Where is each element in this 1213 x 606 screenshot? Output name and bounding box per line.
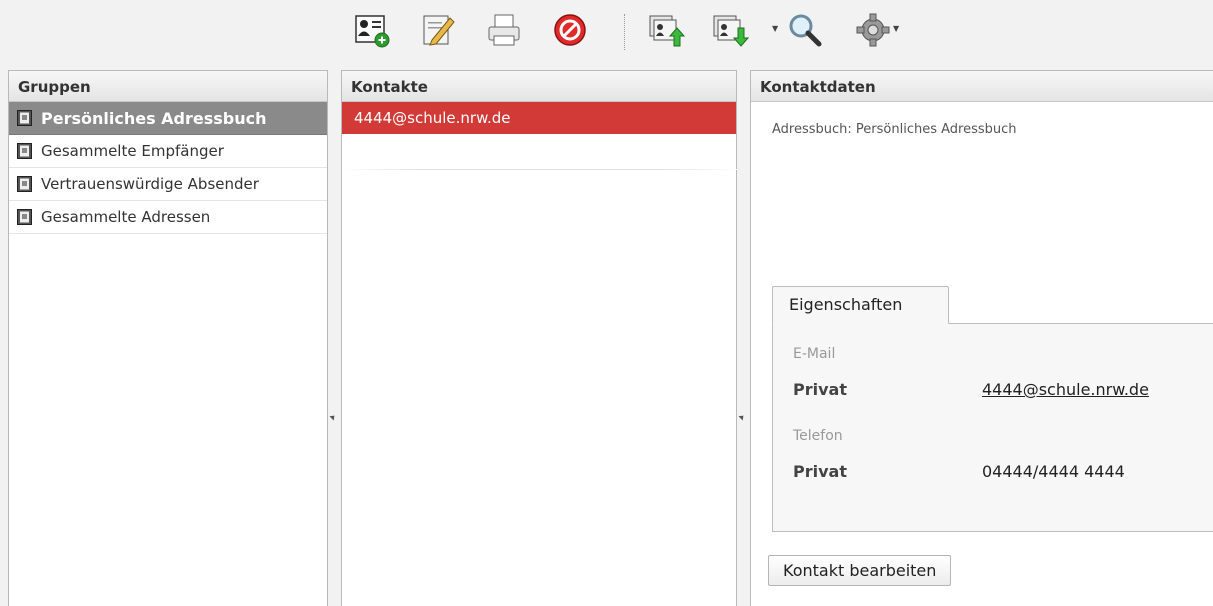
toolbar: ▼ ▼ (0, 0, 1213, 62)
phone-type-label: Privat (793, 462, 847, 481)
search-icon (789, 14, 822, 47)
properties-tab-content: E-Mail Privat 4444@schule.nrw.de Telefon… (772, 323, 1213, 532)
group-label: Gesammelte Empfänger (41, 141, 224, 160)
search-button[interactable] (780, 8, 828, 52)
toolbar-separator (624, 14, 625, 50)
addressbook-info: Adressbuch: Persönliches Adressbuch (772, 122, 1017, 137)
groups-splitter-handle[interactable] (331, 414, 337, 424)
groups-panel: Gruppen Persönliches Adressbuch Gesammel… (8, 70, 328, 606)
address-book-icon (17, 176, 32, 192)
contact-item[interactable]: 4444@schule.nrw.de (342, 102, 736, 134)
address-book-icon (17, 143, 32, 159)
import-button[interactable] (642, 8, 690, 52)
group-label: Gesammelte Adressen (41, 207, 211, 226)
groups-header: Gruppen (9, 71, 327, 102)
contact-details-panel: Kontaktdaten Adressbuch: Persönliches Ad… (750, 70, 1213, 606)
details-header: Kontaktdaten (751, 71, 1213, 102)
address-book-icon (17, 110, 32, 126)
group-item-gesammelte-adressen[interactable]: Gesammelte Adressen (9, 201, 327, 234)
tab-properties[interactable]: Eigenschaften (772, 286, 949, 324)
phone-section-label: Telefon (793, 428, 843, 444)
settings-dropdown-arrow-icon[interactable]: ▼ (893, 24, 899, 33)
contact-add-icon (355, 15, 390, 48)
edit-contact-button[interactable]: Kontakt bearbeiten (768, 555, 952, 586)
printer-icon (488, 14, 520, 46)
group-item-persoenliches-adressbuch[interactable]: Persönliches Adressbuch (9, 102, 327, 135)
print-button[interactable] (480, 8, 528, 52)
export-dropdown-arrow-icon[interactable]: ▼ (772, 24, 778, 33)
address-book-icon (17, 209, 32, 225)
delete-icon (554, 14, 586, 46)
contacts-panel: Kontakte 4444@schule.nrw.de (341, 70, 738, 606)
gear-icon (856, 13, 890, 47)
contact-list-divider (342, 169, 738, 170)
edit-button[interactable] (414, 8, 462, 52)
group-label: Persönliches Adressbuch (41, 108, 267, 128)
phone-value: 04444/4444 4444 (982, 462, 1125, 481)
pencil-icon (423, 15, 455, 46)
export-icon (713, 15, 750, 47)
email-type-label: Privat (793, 380, 847, 399)
contacts-splitter-handle[interactable] (740, 414, 746, 424)
email-section-label: E-Mail (793, 346, 836, 362)
group-item-vertrauenswuerdige-absender[interactable]: Vertrauenswürdige Absender (9, 168, 327, 201)
group-label: Vertrauenswürdige Absender (41, 174, 259, 193)
export-button[interactable] (706, 8, 754, 52)
group-item-gesammelte-empfaenger[interactable]: Gesammelte Empfänger (9, 135, 327, 168)
import-icon (649, 15, 686, 47)
delete-button[interactable] (546, 8, 594, 52)
email-link[interactable]: 4444@schule.nrw.de (982, 380, 1149, 399)
settings-button[interactable] (850, 8, 898, 52)
contacts-header: Kontakte (342, 71, 736, 102)
add-contact-button[interactable] (348, 8, 396, 52)
